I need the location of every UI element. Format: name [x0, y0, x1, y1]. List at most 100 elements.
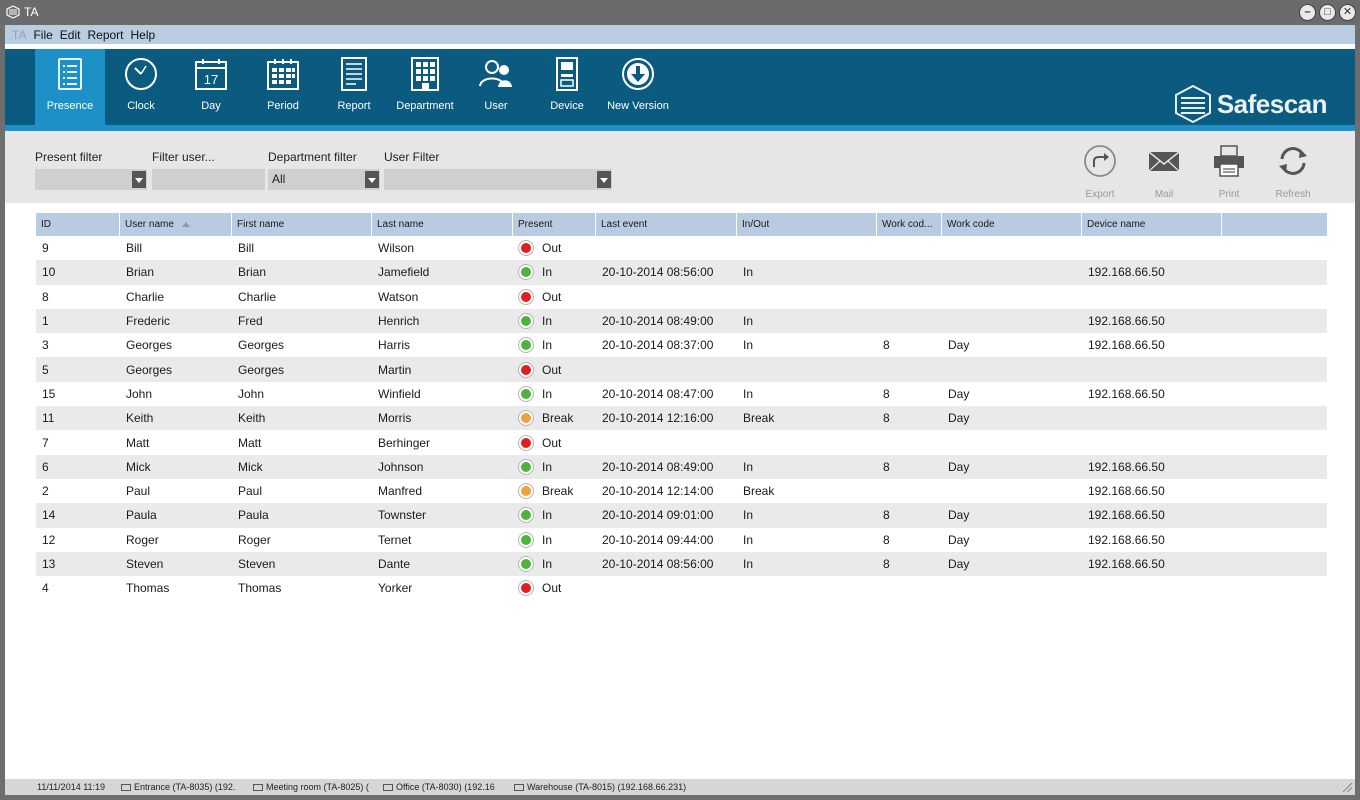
print-button[interactable]: Print — [1201, 144, 1257, 200]
toolbar-new-version-button[interactable]: New Version — [603, 49, 673, 125]
cell-first-name: John — [238, 386, 265, 401]
report-icon — [341, 57, 367, 91]
table-row[interactable]: 4 Thomas Thomas Yorker Out — [36, 576, 1327, 600]
maximize-button[interactable]: □ — [1319, 4, 1336, 21]
column-header-first-name[interactable]: First name — [232, 213, 372, 236]
chevron-down-icon[interactable] — [597, 171, 611, 188]
menu-edit[interactable]: Edit — [60, 28, 81, 42]
column-header-last-event[interactable]: Last event — [596, 213, 737, 236]
table-row[interactable]: 1 Frederic Fred Henrich In 20-10-2014 08:49:0… — [36, 308, 1327, 334]
cell-device-name — [1082, 406, 1222, 430]
cell-present: In — [513, 552, 596, 576]
cell-work-code — [942, 430, 1082, 454]
table-row[interactable]: 2 Paul Paul Manfred Break 20-10-2014 12:14:00… — [36, 479, 1327, 503]
department-filter-label: Department filter — [268, 150, 357, 164]
title-bar[interactable]: TA – □ ✕ — [0, 0, 1360, 25]
cell-last-event — [596, 357, 737, 381]
column-header-id[interactable]: ID — [36, 213, 120, 236]
status-device-office[interactable]: Office (TA-8030) (192.16 — [383, 782, 510, 792]
user-icon — [479, 60, 512, 87]
menu-ta[interactable]: TA — [12, 28, 26, 42]
department-filter-value: All — [272, 172, 286, 186]
cell-device-name — [1082, 285, 1222, 309]
department-filter-dropdown[interactable]: All — [268, 169, 380, 190]
table-row[interactable]: 15 John John Winfield In 20-10-2014 08:47:00 I… — [36, 382, 1327, 406]
calendar-day-number: 17 — [204, 72, 218, 87]
cell-present: In — [513, 503, 596, 527]
calendar-period-icon — [267, 59, 299, 90]
cell-id: 3 — [42, 338, 49, 353]
column-header-extra[interactable] — [1222, 213, 1327, 236]
cell-in-out — [737, 430, 877, 454]
toolbar-clock-button[interactable]: Clock — [106, 49, 176, 125]
client-area: TA File Edit Report Help Presence Clock … — [5, 25, 1355, 795]
column-header-in-out[interactable]: In/Out — [737, 213, 877, 236]
user-filter-dropdown[interactable] — [384, 169, 612, 190]
cell-last-event: 20-10-2014 08:56:00 — [602, 557, 714, 571]
toolbar-device-button[interactable]: Device — [532, 49, 602, 125]
cell-device-name: 192.168.66.50 — [1088, 557, 1165, 571]
table-row[interactable]: 11 Keith Keith Morris Break 20-10-2014 12:16:… — [36, 406, 1327, 431]
table-row[interactable]: 13 Steven Steven Dante In 20-10-2014 08:56:00… — [36, 551, 1327, 577]
table-row[interactable]: 12 Roger Roger Ternet In 20-10-2014 09:44:00 I… — [36, 528, 1327, 552]
close-button[interactable]: ✕ — [1339, 4, 1356, 21]
status-device-entrance-label: Entrance (TA-8035) (192. — [134, 782, 236, 792]
cell-device-name: 192.168.66.50 — [1088, 484, 1165, 499]
table-row[interactable]: 14 Paula Paula Townster In 20-10-2014 09:01:0… — [36, 503, 1327, 528]
status-datetime: 11/11/2014 11:19 — [37, 782, 106, 792]
table-row[interactable]: 3 Georges Georges Harris In 20-10-2014 08:37:… — [36, 333, 1327, 357]
menu-report[interactable]: Report — [87, 28, 123, 42]
cell-first-name: Paula — [238, 508, 269, 523]
status-device-warehouse[interactable]: Warehouse (TA-8015) (192.168.66.231) — [514, 782, 714, 792]
status-device-warehouse-label: Warehouse (TA-8015) (192.168.66.231) — [527, 782, 687, 792]
table-row[interactable]: 8 Charlie Charlie Watson Out — [36, 285, 1327, 309]
status-dot-icon — [519, 362, 533, 377]
present-filter-dropdown[interactable] — [35, 169, 147, 190]
column-header-user-name[interactable]: User name — [120, 213, 232, 236]
toolbar-report-button[interactable]: Report — [319, 49, 389, 125]
toolbar-user-button[interactable]: User — [461, 49, 531, 125]
cell-device-name — [1082, 576, 1222, 600]
cell-device-name — [1082, 357, 1222, 381]
resize-grip-icon[interactable] — [1343, 783, 1352, 792]
status-device-meeting-room[interactable]: Meeting room (TA-8025) ( — [253, 782, 379, 792]
clock-icon — [125, 58, 157, 90]
cell-in-out: In — [743, 557, 754, 571]
column-header-present[interactable]: Present — [513, 213, 596, 236]
cell-last-name: Wilson — [378, 241, 415, 256]
toolbar-period-button[interactable]: Period — [248, 49, 318, 125]
cell-last-name: Winfield — [378, 386, 421, 401]
export-button[interactable]: Export — [1072, 144, 1128, 200]
refresh-button[interactable]: Refresh — [1265, 144, 1321, 200]
chevron-down-icon[interactable] — [365, 171, 379, 188]
column-header-work-code-id[interactable]: Work cod... — [877, 213, 942, 236]
cell-user-name: John — [126, 386, 153, 401]
cell-work-code-id — [877, 430, 942, 454]
column-header-device-name[interactable]: Device name — [1082, 213, 1222, 236]
chevron-down-icon[interactable] — [132, 171, 146, 188]
mail-button[interactable]: Mail — [1136, 144, 1192, 200]
table-row[interactable]: 7 Matt Matt Berhinger Out — [36, 430, 1327, 454]
toolbar-presence-button[interactable]: Presence — [35, 49, 105, 125]
table-row[interactable]: 10 Brian Brian Jamefield In 20-10-2014 08:56:… — [36, 260, 1327, 285]
toolbar-day-button[interactable]: 17 Day — [176, 49, 246, 125]
cell-work-code — [942, 260, 1082, 284]
menu-help[interactable]: Help — [131, 28, 156, 42]
toolbar-department-button[interactable]: Department — [390, 49, 460, 125]
column-header-work-code[interactable]: Work code — [942, 213, 1082, 236]
presence-checklist-icon — [58, 58, 82, 90]
print-label: Print — [1218, 189, 1240, 200]
minimize-button[interactable]: – — [1299, 4, 1316, 21]
table-row[interactable]: 6 Mick Mick Johnson In 20-10-2014 08:49:00 In 8… — [36, 454, 1327, 479]
cell-in-out: In — [743, 386, 754, 401]
cell-user-name: Steven — [126, 557, 164, 571]
filter-user-input[interactable] — [152, 169, 265, 190]
table-row[interactable]: 5 Georges Georges Martin Out — [36, 357, 1327, 382]
status-device-entrance[interactable]: Entrance (TA-8035) (192. — [121, 782, 249, 792]
cell-first-name: Paul — [238, 484, 263, 499]
menu-file[interactable]: File — [33, 28, 52, 42]
table-row[interactable]: 9 Bill Bill Wilson Out — [36, 236, 1327, 260]
cell-present: Break — [513, 479, 596, 503]
column-header-last-name[interactable]: Last name — [372, 213, 513, 236]
cell-last-event — [596, 576, 737, 600]
